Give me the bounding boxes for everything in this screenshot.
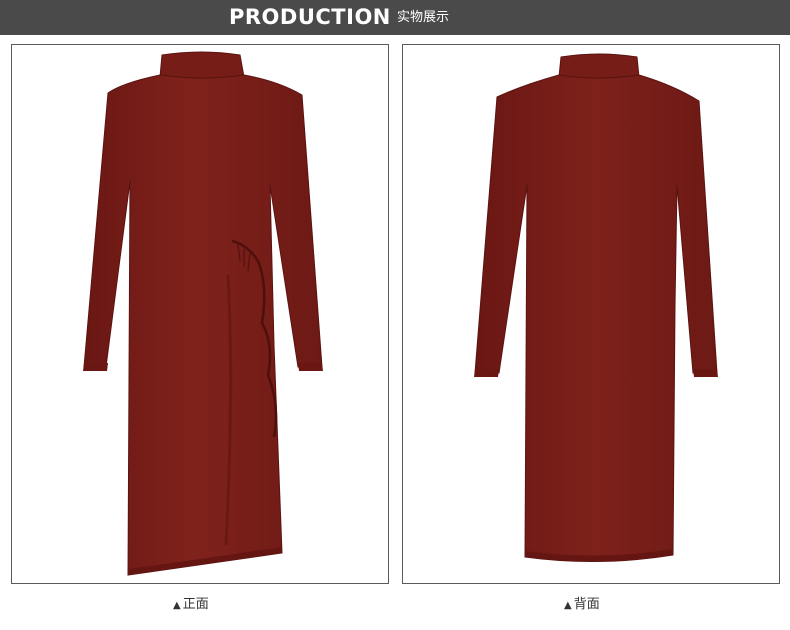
front-collar	[159, 51, 245, 81]
front-view-caption: ▲ 正面	[173, 596, 209, 615]
back-caption-text: 背面	[573, 597, 600, 612]
triangle-up-icon: ▲	[173, 600, 181, 611]
front-dress-body	[83, 74, 323, 576]
back-view-caption: ▲ 背面	[564, 596, 600, 615]
header-title: PRODUCTION	[229, 5, 391, 29]
front-dress-image	[83, 51, 323, 576]
back-view-image-frame	[402, 44, 780, 584]
triangle-up-icon: ▲	[564, 600, 572, 611]
front-caption-text: 正面	[182, 597, 209, 612]
header-subtitle: 实物展示	[397, 10, 450, 25]
header-bar: PRODUCTION 实物展示	[0, 0, 790, 35]
back-dress-image	[474, 53, 718, 563]
back-dress-body	[474, 74, 718, 563]
front-view-image-frame	[11, 44, 389, 584]
